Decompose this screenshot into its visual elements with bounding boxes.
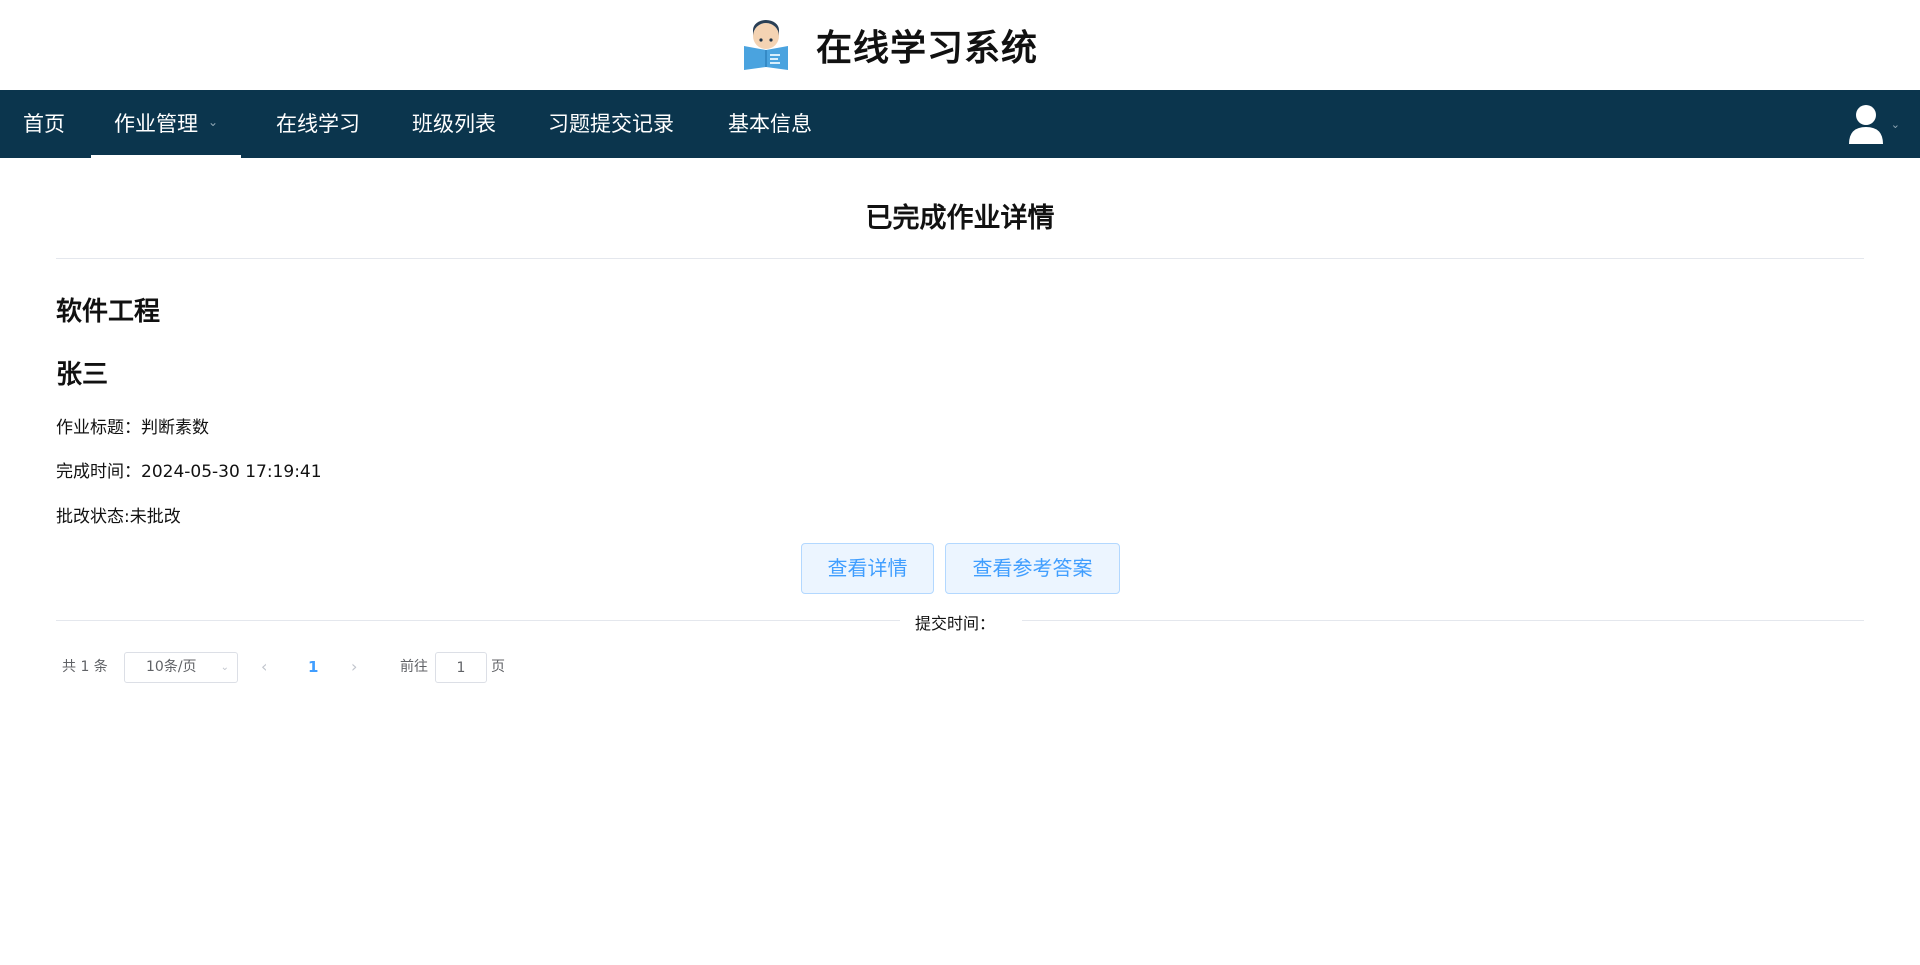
completion-time: 完成时间：2024-05-30 17:19:41 <box>56 462 322 482</box>
nav-item-homework-management[interactable]: 作业管理 ⌄ <box>90 90 242 158</box>
chevron-down-icon: ⌄ <box>208 115 219 129</box>
prev-page-icon[interactable]: ‹ <box>261 650 267 684</box>
next-page-icon[interactable]: › <box>351 650 357 684</box>
view-detail-button[interactable]: 查看详情 <box>801 543 934 594</box>
submit-time-label: 提交时间： <box>900 610 1010 634</box>
content-divider-left <box>56 620 900 621</box>
nav-item-label: 作业管理 <box>114 112 198 136</box>
pagination-total: 共 1 条 <box>62 659 108 675</box>
page-suffix-label: 页 <box>491 659 505 675</box>
nav-item-online-learning[interactable]: 在线学习 <box>276 90 360 158</box>
page-size-value: 10条/页 <box>146 659 197 675</box>
page-number-current[interactable]: 1 <box>308 650 318 684</box>
app-title: 在线学习系统 <box>816 28 1039 69</box>
course-name: 软件工程 <box>56 297 161 327</box>
title-divider <box>56 258 1864 259</box>
homework-title: 作业标题：判断素数 <box>56 418 209 438</box>
chevron-down-icon[interactable]: ⌄ <box>1891 118 1900 131</box>
page-size-select[interactable]: 10条/页 ⌄ <box>124 652 238 683</box>
nav-item-submission-records[interactable]: 习题提交记录 <box>548 90 674 158</box>
user-avatar-icon[interactable] <box>1847 104 1885 144</box>
nav-item-basic-info[interactable]: 基本信息 <box>728 90 812 158</box>
top-header: 在线学习系统 <box>0 0 1920 90</box>
goto-label: 前往 <box>400 659 428 675</box>
page-title: 已完成作业详情 <box>865 203 1055 234</box>
nav-item-class-list[interactable]: 班级列表 <box>412 90 496 158</box>
main-nav: 首页 作业管理 ⌄ 在线学习 班级列表 习题提交记录 基本信息 ⌄ <box>0 90 1920 158</box>
user-menu[interactable]: ⌄ <box>1847 104 1900 144</box>
grading-status: 批改状态:未批改 <box>56 507 181 527</box>
brand: 在线学习系统 <box>742 20 1038 70</box>
reading-student-logo-icon <box>744 20 788 70</box>
content-divider-right <box>1022 620 1864 621</box>
nav-item-home[interactable]: 首页 <box>23 90 65 158</box>
view-answer-button[interactable]: 查看参考答案 <box>945 543 1120 594</box>
goto-page-input[interactable] <box>435 652 487 683</box>
chevron-down-icon: ⌄ <box>220 662 229 673</box>
student-name: 张三 <box>56 360 109 390</box>
